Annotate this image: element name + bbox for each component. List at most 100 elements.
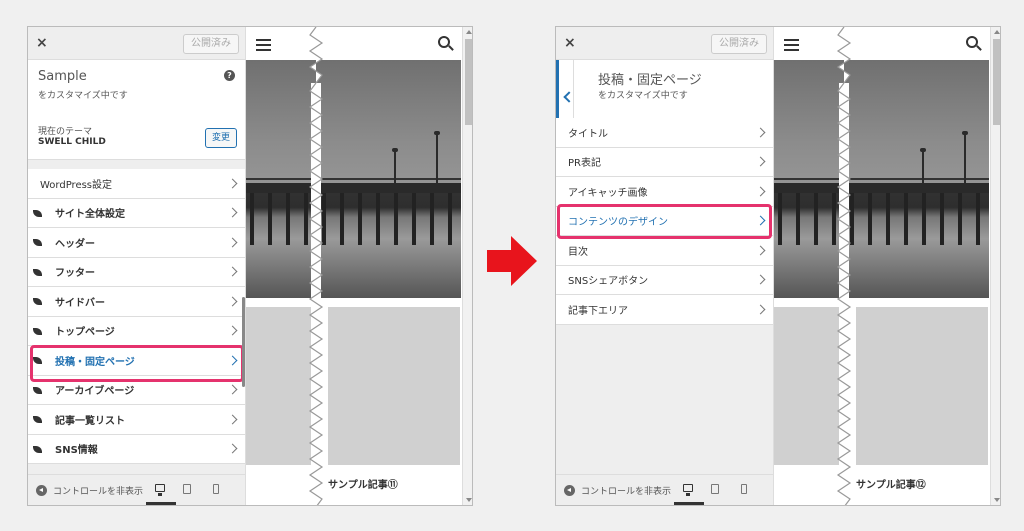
preview-scrollbar[interactable] (462, 27, 472, 505)
help-icon[interactable]: ? (224, 70, 235, 81)
current-theme-label: 現在のテーマ (38, 127, 93, 137)
menu-item-label: サイドバー (55, 297, 105, 309)
chevron-right-icon (227, 266, 238, 277)
menu-item-header[interactable]: ヘッダー (28, 228, 245, 258)
post-title[interactable]: サンプル記事⑪ (328, 476, 398, 491)
menu-item-site-settings[interactable]: サイト全体設定 (28, 198, 245, 228)
current-theme-block: 現在のテーマ SWELL CHILD 変更 (28, 115, 245, 160)
menu-item-label: トップページ (55, 327, 115, 339)
close-button[interactable]: × (564, 35, 576, 51)
menu-item-sns-share[interactable]: SNSシェアボタン (556, 265, 773, 295)
menu-item-sns-info[interactable]: SNS情報 (28, 434, 245, 464)
swell-leaf-icon (33, 268, 42, 276)
chevron-right-icon (227, 443, 238, 454)
swell-leaf-icon (33, 386, 42, 394)
post-thumbnail[interactable] (856, 307, 988, 465)
menu-item-below-post[interactable]: 記事下エリア (556, 295, 773, 325)
swell-leaf-icon (33, 445, 42, 453)
search-icon[interactable] (966, 36, 978, 48)
theme-name: SWELL CHILD (38, 137, 106, 147)
menu-item-toc[interactable]: 目次 (556, 236, 773, 266)
chevron-right-icon (755, 186, 766, 197)
sidebar-footer: コントロールを非表示 (28, 474, 245, 505)
menu-item-label: アイキャッチ画像 (568, 187, 648, 199)
lamp-post (920, 148, 926, 183)
menu-item-label: PR表記 (568, 158, 601, 170)
scroll-up-icon[interactable] (994, 30, 1000, 34)
site-preview: サンプル記事⑪ (246, 27, 472, 505)
swell-leaf-icon (33, 239, 42, 246)
pier-piles (778, 193, 989, 245)
menu-item-label: アーカイブページ (55, 386, 135, 398)
menu-item-pr-label[interactable]: PR表記 (556, 147, 773, 177)
hero-image (246, 60, 461, 298)
chevron-right-icon (227, 325, 238, 336)
customizer-sidebar: × 公開済み 投稿・固定ページ をカスタマイズ中です タイトル PR表記 アイキ… (556, 27, 774, 505)
scroll-down-icon[interactable] (994, 498, 1000, 502)
scrollbar-thumb[interactable] (465, 39, 472, 125)
lamp-post (392, 148, 398, 183)
scroll-up-icon[interactable] (466, 30, 472, 34)
menu-item-footer[interactable]: フッター (28, 257, 245, 287)
swell-leaf-icon (33, 327, 42, 335)
collapse-controls-label[interactable]: コントロールを非表示 (581, 484, 671, 497)
menu-item-top-page[interactable]: トップページ (28, 316, 245, 346)
change-theme-button[interactable]: 変更 (204, 128, 237, 148)
menu-item-label: 記事下エリア (568, 305, 628, 317)
menu-item-sidebar[interactable]: サイドバー (28, 287, 245, 317)
customizing-subtitle: をカスタマイズ中です (38, 91, 128, 101)
desktop-preview-icon[interactable] (155, 484, 165, 496)
hamburger-menu-icon[interactable] (256, 39, 271, 41)
publish-button[interactable]: 公開済み (711, 34, 767, 54)
pier-rail (246, 178, 461, 180)
pier-deck (774, 183, 989, 193)
post-title[interactable]: サンプル記事⑫ (856, 476, 926, 491)
pier-deck (246, 183, 461, 193)
customizer-window-right: × 公開済み 投稿・固定ページ をカスタマイズ中です タイトル PR表記 アイキ… (555, 26, 1001, 506)
sidebar-topbar: × 公開済み (28, 27, 245, 60)
tablet-preview-icon[interactable] (183, 484, 191, 494)
menu-item-label: SNS情報 (55, 445, 98, 457)
site-preview: サンプル記事⑫ (774, 27, 1000, 505)
hamburger-menu-icon[interactable] (784, 39, 799, 41)
menu-item-label: ヘッダー (55, 238, 95, 250)
menu-item-label: タイトル (568, 128, 608, 140)
chevron-right-icon (227, 207, 238, 218)
lamp-post (962, 131, 968, 183)
chevron-right-icon (755, 156, 766, 167)
mobile-preview-icon[interactable] (213, 484, 219, 494)
desktop-preview-icon[interactable] (683, 484, 693, 496)
preview-scrollbar[interactable] (990, 27, 1000, 505)
lamp-post (434, 131, 440, 183)
hero-image (774, 60, 989, 298)
pier-piles (250, 193, 461, 245)
search-icon[interactable] (438, 36, 450, 48)
customizer-window-left: × 公開済み Sample をカスタマイズ中です ? 現在のテーマ SWELL … (27, 26, 473, 506)
menu-item-label: フッター (55, 268, 95, 280)
chevron-right-icon (227, 237, 238, 248)
chevron-right-icon (227, 414, 238, 425)
swell-leaf-icon (33, 416, 42, 423)
chevron-right-icon (227, 178, 238, 189)
post-thumbnail[interactable] (328, 307, 460, 465)
scroll-down-icon[interactable] (466, 498, 472, 502)
scrollbar-thumb[interactable] (993, 39, 1000, 125)
section-title: 投稿・固定ページ (598, 73, 702, 88)
arrow-right-icon (487, 236, 537, 286)
collapse-icon[interactable] (564, 485, 575, 496)
chevron-right-icon (227, 296, 238, 307)
publish-button[interactable]: 公開済み (183, 34, 239, 54)
menu-item-eyecatch[interactable]: アイキャッチ画像 (556, 177, 773, 207)
tablet-preview-icon[interactable] (711, 484, 719, 494)
menu-item-title[interactable]: タイトル (556, 118, 773, 148)
menu-item-post-list[interactable]: 記事一覧リスト (28, 405, 245, 435)
collapse-controls-label[interactable]: コントロールを非表示 (53, 484, 143, 497)
swell-leaf-icon (33, 209, 42, 217)
menu-item-wordpress-settings[interactable]: WordPress設定 (28, 169, 245, 199)
sidebar-scrollbar[interactable] (242, 297, 245, 387)
close-button[interactable]: × (36, 35, 48, 51)
collapse-icon[interactable] (36, 485, 47, 496)
mobile-preview-icon[interactable] (741, 484, 747, 494)
menu-item-label: 記事一覧リスト (55, 415, 125, 427)
highlight-box (557, 204, 772, 239)
